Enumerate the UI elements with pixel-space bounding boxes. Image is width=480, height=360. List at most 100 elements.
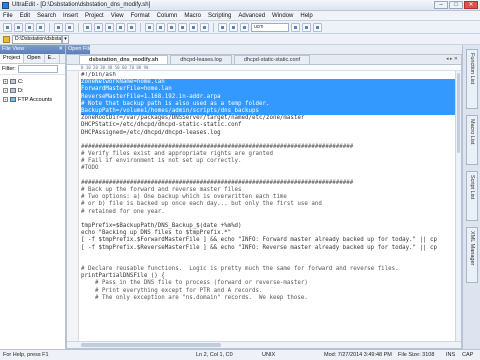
- print-preview-icon[interactable]: [65, 22, 74, 32]
- highlight-combo[interactable]: ucm: [251, 22, 289, 32]
- code-line[interactable]: ZoneNetworkName=home.lan: [81, 79, 457, 87]
- code-line[interactable]: #!/bin/ash: [81, 72, 457, 79]
- code-line[interactable]: # Two options: a) One backup which is ov…: [81, 194, 457, 201]
- tree-item-ftp-accounts[interactable]: + FTP Accounts: [3, 95, 62, 104]
- status-line-ending[interactable]: UNIX: [262, 350, 275, 360]
- new-file-icon[interactable]: [3, 22, 12, 32]
- menu-format[interactable]: Format: [131, 13, 150, 19]
- status-insert-mode[interactable]: INS: [446, 350, 455, 360]
- open-files-header[interactable]: Open Files: [66, 45, 90, 54]
- code-line[interactable]: [81, 173, 457, 180]
- code-line[interactable]: [ -f $tmpPrefix.$ForwardMasterFile ] && …: [81, 237, 457, 244]
- tab-script-list[interactable]: Script List: [466, 171, 478, 221]
- hex-mode-icon[interactable]: [200, 22, 209, 32]
- tab-navigation-icons[interactable]: ◂ ▸ ✕: [446, 56, 458, 62]
- menu-macro[interactable]: Macro: [184, 13, 201, 19]
- menu-search[interactable]: Search: [37, 13, 56, 19]
- menu-window[interactable]: Window: [272, 13, 293, 19]
- expand-icon[interactable]: +: [3, 79, 8, 84]
- menu-advanced[interactable]: Advanced: [238, 13, 265, 19]
- tab-project[interactable]: Project: [0, 54, 25, 63]
- code-line[interactable]: ForwardMasterFile=home.lan: [81, 86, 457, 94]
- code-line[interactable]: [81, 259, 457, 266]
- code-line[interactable]: # Print everything except for PTR and A …: [81, 288, 457, 295]
- word-wrap-icon[interactable]: [189, 22, 198, 32]
- scroll-thumb[interactable]: [81, 343, 221, 347]
- menu-column[interactable]: Column: [157, 13, 178, 19]
- code-line[interactable]: DHCPAssigned=/etc/dhcpd/dhcpd-leases.log: [81, 130, 457, 137]
- code-line[interactable]: # Fail if environment is not set up corr…: [81, 158, 457, 165]
- cut-icon[interactable]: [83, 22, 92, 32]
- path-field[interactable]: D:\Dsbstation\dsbstation_dns_m: [12, 35, 62, 44]
- menu-help[interactable]: Help: [300, 13, 312, 19]
- code-line[interactable]: # Back up the forward and reverse master…: [81, 187, 457, 194]
- tab-open[interactable]: Open: [24, 54, 45, 63]
- menu-scripting[interactable]: Scripting: [208, 13, 231, 19]
- code-line[interactable]: [81, 252, 457, 259]
- compare-icon[interactable]: [229, 22, 238, 32]
- tree-item-c-drive[interactable]: + C:: [3, 77, 62, 86]
- tab-dsbstation-dns-modify[interactable]: dsbstation_dns_modify.sh: [79, 55, 169, 64]
- code-line[interactable]: # retained for one year.: [81, 209, 457, 216]
- code-line[interactable]: ########################################…: [81, 180, 457, 187]
- code-line[interactable]: # Verify files exist and appropriate rig…: [81, 151, 457, 158]
- horizontal-scrollbar[interactable]: [67, 341, 461, 348]
- code-line[interactable]: ZoneRootDir=/var/packages/DNSServer/targ…: [81, 115, 457, 122]
- menu-file[interactable]: File: [3, 13, 13, 19]
- find-in-files-icon[interactable]: [167, 22, 176, 32]
- code-line[interactable]: # or b) file is backed up once each day.…: [81, 201, 457, 208]
- tab-macro-list[interactable]: Macro List: [466, 115, 478, 165]
- copy-icon[interactable]: [94, 22, 103, 32]
- code-editor[interactable]: #!/bin/ash ZoneNetworkName=home.lan Forwar…: [81, 72, 457, 342]
- code-line[interactable]: [81, 302, 457, 309]
- vertical-scrollbar[interactable]: [455, 71, 461, 342]
- ftp-icon[interactable]: [240, 22, 249, 32]
- filter-input[interactable]: [17, 65, 58, 73]
- bookmark-icon[interactable]: [178, 22, 187, 32]
- tab-dhcpd-leases[interactable]: dhcpd-leases.log: [170, 55, 232, 64]
- menu-view[interactable]: View: [111, 13, 124, 19]
- save-all-icon[interactable]: [36, 22, 45, 32]
- code-line[interactable]: #TODO: [81, 165, 457, 172]
- code-line[interactable]: # Note that backup path is also used as …: [81, 100, 457, 108]
- code-line[interactable]: printPartialDNSFile () {: [81, 273, 457, 280]
- open-file-icon[interactable]: [14, 22, 23, 32]
- close-icon[interactable]: ✕: [58, 45, 63, 54]
- find-icon[interactable]: [145, 22, 154, 32]
- replace-icon[interactable]: [156, 22, 165, 32]
- paste-icon[interactable]: [105, 22, 114, 32]
- menu-edit[interactable]: Edit: [20, 13, 30, 19]
- code-line[interactable]: ########################################…: [81, 144, 457, 151]
- code-line[interactable]: [81, 216, 457, 223]
- code-line[interactable]: [81, 137, 457, 144]
- minimize-button[interactable]: –: [434, 1, 448, 9]
- maximize-button[interactable]: □: [449, 1, 463, 9]
- undo-icon[interactable]: [116, 22, 125, 32]
- print-icon[interactable]: [54, 22, 63, 32]
- code-line[interactable]: [ -f $tmpPrefix.$ReverseMasterFile ] && …: [81, 245, 457, 252]
- save-icon[interactable]: [25, 22, 34, 32]
- code-line[interactable]: ReverseMasterFile=1.168.192.in-addr.arpa: [81, 93, 457, 101]
- menu-project[interactable]: Project: [85, 13, 104, 19]
- tab-explorer[interactable]: E...: [45, 54, 60, 63]
- tools-icon[interactable]: [302, 22, 311, 32]
- tab-dhcpd-static[interactable]: dhcpd-static-static.conf: [233, 55, 311, 64]
- scroll-thumb[interactable]: [457, 73, 460, 153]
- code-line[interactable]: # The only exception are "ns.domain" rec…: [81, 295, 457, 302]
- expand-icon[interactable]: +: [3, 88, 8, 93]
- redo-icon[interactable]: [127, 22, 136, 32]
- spell-check-icon[interactable]: [291, 22, 300, 32]
- code-line[interactable]: BackupPath=/volume1/homes/admin/scripts/…: [81, 107, 457, 116]
- run-icon[interactable]: [218, 22, 227, 32]
- code-line[interactable]: # Declare reusable functions. Logic is p…: [81, 266, 457, 273]
- tab-xml-manager[interactable]: XML Manager: [466, 227, 478, 283]
- expand-icon[interactable]: +: [3, 97, 8, 102]
- tree-item-d-drive[interactable]: + D:: [3, 86, 62, 95]
- code-line[interactable]: tmpPrefix=$BackupPath/DNS_Backup_$(date …: [81, 223, 457, 230]
- code-line[interactable]: DHCPStatic=/etc/dhcpd/dhcpd-static-stati…: [81, 122, 457, 129]
- settings-icon[interactable]: [313, 22, 322, 32]
- tab-function-list[interactable]: Function List: [466, 49, 478, 109]
- path-dropdown-arrow[interactable]: ▾: [62, 35, 69, 44]
- code-line[interactable]: # Pass in the DNS file to process (forwa…: [81, 280, 457, 287]
- menu-insert[interactable]: Insert: [63, 13, 78, 19]
